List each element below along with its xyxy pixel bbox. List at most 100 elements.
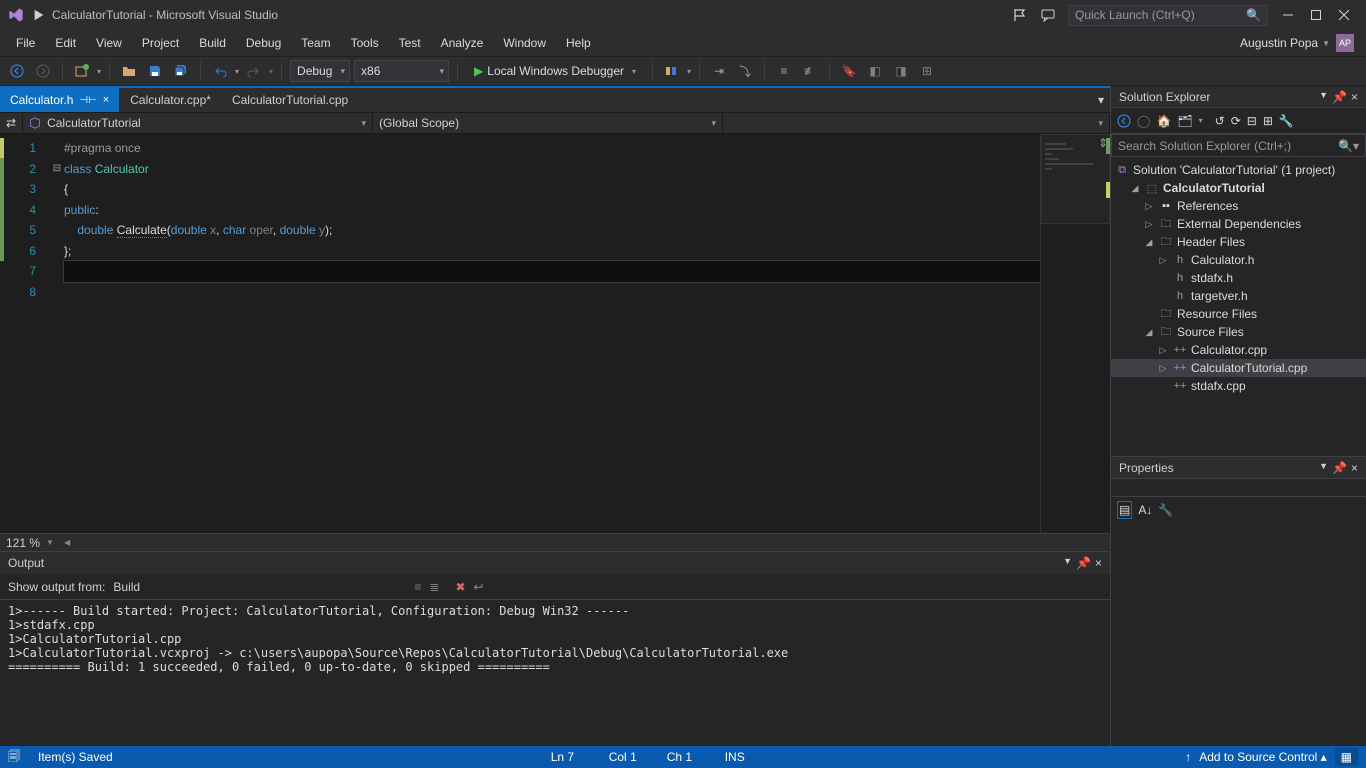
output-from-combo[interactable]: Build <box>113 580 398 594</box>
tree-calculator-cpp[interactable]: ▷ ++ Calculator.cpp <box>1111 341 1366 359</box>
nav-project-combo[interactable]: CalculatorTutorial <box>23 113 373 133</box>
process-button[interactable] <box>661 60 683 82</box>
menu-edit[interactable]: Edit <box>45 32 86 54</box>
tree-source-files[interactable]: ◢ 🗀 Source Files <box>1111 323 1366 341</box>
forward-icon[interactable]: ◯ <box>1137 114 1150 128</box>
platform-combo[interactable]: x86 <box>354 60 449 82</box>
alphabetical-icon[interactable]: A↓ <box>1138 503 1152 517</box>
pin-icon[interactable]: 📌 <box>1332 461 1347 475</box>
chevron-right-icon[interactable]: ▷ <box>1143 219 1155 230</box>
user-avatar[interactable]: AP <box>1336 34 1354 52</box>
tree-solution-root[interactable]: ⧉ Solution 'CalculatorTutorial' (1 proje… <box>1111 161 1366 179</box>
tb-icon-2[interactable]: ◨ <box>890 60 912 82</box>
menu-team[interactable]: Team <box>291 32 340 54</box>
home-icon[interactable]: 🏠 <box>1156 114 1171 128</box>
minimap[interactable]: ⇕ <box>1040 134 1110 533</box>
chevron-down-icon[interactable]: ◢ <box>1143 327 1155 338</box>
menu-build[interactable]: Build <box>189 32 236 54</box>
bookmark-button[interactable]: 🔖 <box>838 60 860 82</box>
chevron-down-icon[interactable]: ▼ <box>46 538 54 547</box>
tab-calculator-cpp[interactable]: Calculator.cpp* <box>120 88 222 112</box>
open-file-button[interactable] <box>118 60 140 82</box>
menu-file[interactable]: File <box>6 32 45 54</box>
save-button[interactable] <box>144 60 166 82</box>
menu-project[interactable]: Project <box>132 32 189 54</box>
dropdown-icon[interactable]: ▼ <box>1319 461 1328 475</box>
maximize-button[interactable] <box>1302 4 1330 26</box>
solution-view-icon[interactable]: 🗂 <box>1177 114 1192 128</box>
chevron-down-icon[interactable]: ◢ <box>1129 183 1141 194</box>
feedback-icon[interactable] <box>1040 7 1056 23</box>
show-all-icon[interactable]: ⊞ <box>1263 114 1273 128</box>
dropdown-icon[interactable]: ▼ <box>1319 90 1328 104</box>
step-into-button[interactable]: ⇥ <box>708 60 730 82</box>
close-button[interactable] <box>1330 4 1358 26</box>
uncomment-button[interactable]: ≢ <box>799 60 821 82</box>
wrench-icon[interactable]: 🔧 <box>1158 503 1173 517</box>
pin-icon[interactable]: 📌 <box>1332 90 1347 104</box>
undo-button[interactable] <box>209 60 231 82</box>
nav-switch-icon[interactable]: ⇄ <box>0 113 23 133</box>
minimize-button[interactable] <box>1274 4 1302 26</box>
tree-tutorial-cpp[interactable]: ▷ ++ CalculatorTutorial.cpp <box>1111 359 1366 377</box>
config-combo[interactable]: Debug <box>290 60 350 82</box>
tab-calculator-h[interactable]: Calculator.h ⊣⊢ × <box>0 88 120 112</box>
chevron-down-icon[interactable]: ◢ <box>1143 237 1155 248</box>
flag-icon[interactable] <box>1012 7 1028 23</box>
dropdown-icon[interactable]: ▼ <box>1063 556 1072 570</box>
refresh-icon[interactable]: ⟳ <box>1231 114 1241 128</box>
pin-icon[interactable]: 📌 <box>1076 556 1091 570</box>
menu-debug[interactable]: Debug <box>236 32 291 54</box>
user-name[interactable]: Augustin Popa <box>1240 36 1318 50</box>
chevron-right-icon[interactable]: ▷ <box>1157 255 1169 266</box>
tree-references[interactable]: ▷ ▪▪ References <box>1111 197 1366 215</box>
forward-button[interactable] <box>32 60 54 82</box>
tree-external-deps[interactable]: ▷ 🗀 External Dependencies <box>1111 215 1366 233</box>
comment-button[interactable]: ≡ <box>773 60 795 82</box>
sync-icon[interactable]: ↺ <box>1215 114 1225 128</box>
chevron-right-icon[interactable]: ▷ <box>1157 363 1169 374</box>
nav-scope-combo[interactable]: (Global Scope) <box>373 113 723 133</box>
chevron-down-icon[interactable]: ▼ <box>1322 39 1330 48</box>
new-project-button[interactable] <box>71 60 93 82</box>
publish-icon[interactable]: ↑ <box>1185 750 1191 764</box>
output-tb-icon[interactable]: ≡ <box>414 580 421 594</box>
fold-gutter[interactable]: ⊟ <box>50 134 64 533</box>
tb-icon-1[interactable]: ◧ <box>864 60 886 82</box>
tree-resource-files[interactable]: 🗀 Resource Files <box>1111 305 1366 323</box>
zoom-level[interactable]: 121 % <box>6 536 40 550</box>
redo-button[interactable] <box>243 60 265 82</box>
solution-tree[interactable]: ⧉ Solution 'CalculatorTutorial' (1 proje… <box>1111 157 1366 456</box>
step-over-button[interactable]: ⤵ <box>734 60 756 82</box>
back-icon[interactable] <box>1117 114 1131 128</box>
output-tb-icon[interactable]: ≣ <box>429 580 439 594</box>
back-button[interactable] <box>6 60 28 82</box>
output-text[interactable]: 1>------ Build started: Project: Calcula… <box>0 600 1110 746</box>
close-icon[interactable]: × <box>1351 461 1358 475</box>
menu-window[interactable]: Window <box>493 32 556 54</box>
toggle-wrap-icon[interactable]: ↩ <box>474 580 484 594</box>
tree-project[interactable]: ◢ ⬚ CalculatorTutorial <box>1111 179 1366 197</box>
tab-tutorial-cpp[interactable]: CalculatorTutorial.cpp <box>222 88 359 112</box>
menu-tools[interactable]: Tools <box>341 32 389 54</box>
collapse-icon[interactable]: ⊟ <box>1247 114 1257 128</box>
code-editor[interactable]: 12345678 ⊟ #pragma onceclass Calculator{… <box>0 134 1040 533</box>
menu-test[interactable]: Test <box>389 32 431 54</box>
tree-stdafx-cpp[interactable]: ++ stdafx.cpp <box>1111 377 1366 395</box>
pin-icon[interactable]: ⊣⊢ <box>79 95 96 106</box>
quick-launch-input[interactable]: Quick Launch (Ctrl+Q) 🔍 <box>1068 5 1268 26</box>
tree-targetver-h[interactable]: h targetver.h <box>1111 287 1366 305</box>
categorized-icon[interactable]: ▤ <box>1117 501 1132 519</box>
scroll-left-icon[interactable]: ◀ <box>64 538 70 547</box>
clear-output-icon[interactable]: ✖ <box>455 580 465 594</box>
tree-stdafx-h[interactable]: h stdafx.h <box>1111 269 1366 287</box>
menu-analyze[interactable]: Analyze <box>431 32 494 54</box>
close-icon[interactable]: × <box>103 94 109 106</box>
menu-view[interactable]: View <box>86 32 132 54</box>
solution-search-input[interactable]: Search Solution Explorer (Ctrl+;) 🔍▾ <box>1111 134 1366 157</box>
tree-header-files[interactable]: ◢ 🗀 Header Files <box>1111 233 1366 251</box>
close-icon[interactable]: × <box>1095 556 1102 570</box>
properties-icon[interactable]: 🔧 <box>1279 114 1294 128</box>
chevron-right-icon[interactable]: ▷ <box>1143 201 1155 212</box>
source-control-button[interactable]: Add to Source Control ▴ <box>1199 750 1326 764</box>
